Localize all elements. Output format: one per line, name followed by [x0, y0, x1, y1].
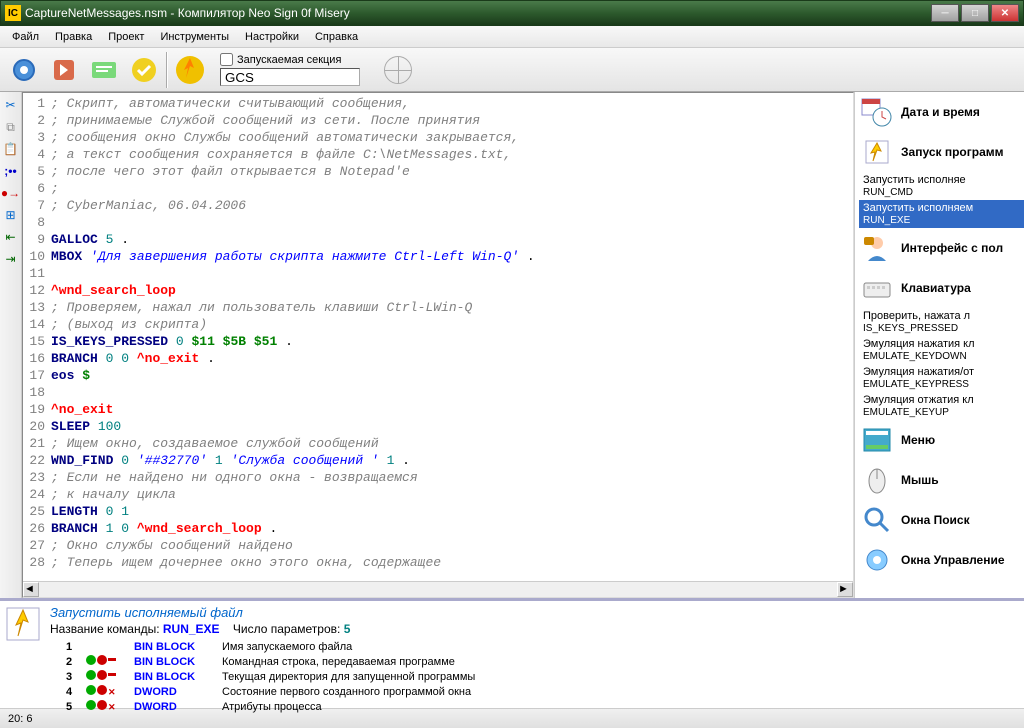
maximize-button[interactable]: □ [961, 4, 989, 22]
code-line[interactable]: 15IS_KEYS_PRESSED 0 $11 $5B $51 . [23, 333, 853, 350]
section-menu[interactable]: Меню [855, 420, 1024, 460]
section-datetime[interactable]: Дата и время [855, 92, 1024, 132]
titlebar: IC CaptureNetMessages.nsm - Компилятор N… [0, 0, 1024, 26]
cursor-position: 20: 6 [8, 713, 32, 725]
code-line[interactable]: 5; после чего этот файл открывается в No… [23, 163, 853, 180]
param-row: 2BIN BLOCKКомандная строка, передаваемая… [66, 655, 1020, 670]
code-line[interactable]: 24; к началу цикла [23, 486, 853, 503]
section-windows-manage[interactable]: Окна Управление [855, 540, 1024, 580]
code-line[interactable]: 9GALLOC 5 . [23, 231, 853, 248]
help-panel: Запустить исполняемый файл Название кома… [0, 598, 1024, 708]
menubar: Файл Правка Проект Инструменты Настройки… [0, 26, 1024, 48]
app-icon: IC [5, 5, 21, 21]
section-interface[interactable]: Интерфейс с пол [855, 228, 1024, 268]
tool-compile-icon[interactable] [46, 52, 82, 88]
code-line[interactable]: 4; а текст сообщения сохраняется в файле… [23, 146, 853, 163]
code-line[interactable]: 26BRANCH 1 0 ^wnd_search_loop . [23, 520, 853, 537]
palette-item[interactable]: Проверить, нажата лIS_KEYS_PRESSED [859, 308, 1024, 336]
palette-item[interactable]: Запустить исполняеRUN_CMD [859, 172, 1024, 200]
code-line[interactable]: 6; [23, 180, 853, 197]
launch-section-label: Запускаемая секция [237, 54, 341, 66]
left-toolbar: ✂ ⧉ 📋 ;•• ●→ ⊞ ⇤ ⇥ [0, 92, 22, 598]
code-line[interactable]: 21; Ищем окно, создаваемое службой сообщ… [23, 435, 853, 452]
code-line[interactable]: 17eos $ [23, 367, 853, 384]
code-line[interactable]: 28; Теперь ищем дочернее окно этого окна… [23, 554, 853, 571]
code-line[interactable]: 1; Скрипт, автоматически считывающий соо… [23, 95, 853, 112]
code-line[interactable]: 19^no_exit [23, 401, 853, 418]
param-row: 1BIN BLOCKИмя запускаемого файла [66, 640, 1020, 655]
code-line[interactable]: 20SLEEP 100 [23, 418, 853, 435]
magnifier-icon [859, 504, 895, 536]
code-line[interactable]: 11 [23, 265, 853, 282]
breakpoint-icon[interactable]: ●→ [2, 184, 20, 202]
window-title: CaptureNetMessages.nsm - Компилятор Neo … [25, 6, 931, 20]
help-title: Запустить исполняемый файл [50, 605, 1020, 620]
section-mouse[interactable]: Мышь [855, 460, 1024, 500]
help-cmd: RUN_EXE [163, 622, 220, 636]
help-cmd-label: Название команды: [50, 622, 160, 636]
code-line[interactable]: 13; Проверяем, нажал ли пользователь кла… [23, 299, 853, 316]
close-button[interactable]: ✕ [991, 4, 1019, 22]
gear-icon [859, 544, 895, 576]
code-line[interactable]: 25LENGTH 0 1 [23, 503, 853, 520]
code-line[interactable]: 12^wnd_search_loop [23, 282, 853, 299]
launch-section-input[interactable] [220, 68, 360, 86]
help-lightning-icon [4, 605, 42, 643]
code-line[interactable]: 10MBOX 'Для завершения работы скрипта на… [23, 248, 853, 265]
palette-item[interactable]: Запустить исполняемRUN_EXE [859, 200, 1024, 228]
structure-icon[interactable]: ⊞ [2, 206, 20, 224]
section-keyboard[interactable]: Клавиатура [855, 268, 1024, 308]
section-windows-search[interactable]: Окна Поиск [855, 500, 1024, 540]
code-line[interactable]: 14; (выход из скрипта) [23, 316, 853, 333]
section-launch[interactable]: Запуск программ [855, 132, 1024, 172]
horizontal-scrollbar[interactable]: ◄► [23, 581, 853, 597]
mouse-icon [859, 464, 895, 496]
outdent-icon[interactable]: ⇤ [2, 228, 20, 246]
menu-edit[interactable]: Правка [47, 28, 100, 46]
paste-icon[interactable]: 📋 [2, 140, 20, 158]
palette-item[interactable]: Эмуляция нажатия/отEMULATE_KEYPRESS [859, 364, 1024, 392]
tool-build-icon[interactable] [86, 52, 122, 88]
launch-checkbox[interactable] [220, 53, 233, 66]
user-icon [859, 232, 895, 264]
menu-settings[interactable]: Настройки [237, 28, 307, 46]
tool-check-icon[interactable] [126, 52, 162, 88]
param-row: 3BIN BLOCKТекущая директория для запущен… [66, 670, 1020, 685]
code-line[interactable]: 16BRANCH 0 0 ^no_exit . [23, 350, 853, 367]
code-line[interactable]: 27; Окно службы сообщений найдено [23, 537, 853, 554]
target-icon[interactable] [384, 56, 412, 84]
code-line[interactable]: 22WND_FIND 0 '##32770' 1 'Служба сообщен… [23, 452, 853, 469]
code-line[interactable]: 23; Если не найдено ни одного окна - воз… [23, 469, 853, 486]
toolbar: Запускаемая секция [0, 48, 1024, 92]
command-palette[interactable]: Дата и время Запуск программ Запустить и… [854, 92, 1024, 598]
code-line[interactable]: 2; принимаемые Службой сообщений из сети… [23, 112, 853, 129]
lightning-icon [859, 136, 895, 168]
indent-icon[interactable]: ⇥ [2, 250, 20, 268]
semicolon-icon[interactable]: ;•• [2, 162, 20, 180]
palette-item[interactable]: Эмуляция нажатия клEMULATE_KEYDOWN [859, 336, 1024, 364]
code-line[interactable]: 3; сообщения окно Службы сообщений автом… [23, 129, 853, 146]
menu-help[interactable]: Справка [307, 28, 366, 46]
menu-project[interactable]: Проект [100, 28, 152, 46]
code-line[interactable]: 18 [23, 384, 853, 401]
code-line[interactable]: 7; CyberManiac, 06.04.2006 [23, 197, 853, 214]
launch-section-checkbox[interactable]: Запускаемая секция [220, 53, 360, 66]
code-line[interactable]: 8 [23, 214, 853, 231]
palette-item[interactable]: Эмуляция отжатия клEMULATE_KEYUP [859, 392, 1024, 420]
menu-tools[interactable]: Инструменты [152, 28, 237, 46]
tool-run-icon[interactable] [172, 52, 208, 88]
clock-icon [859, 96, 895, 128]
keyboard-icon [859, 272, 895, 304]
toolbar-separator [166, 52, 168, 88]
help-param-label: Число параметров: [233, 622, 340, 636]
param-row: 4✕DWORDСостояние первого созданного прог… [66, 685, 1020, 700]
menu-icon [859, 424, 895, 456]
code-editor[interactable]: 1; Скрипт, автоматически считывающий соо… [22, 92, 854, 598]
menu-file[interactable]: Файл [4, 28, 47, 46]
cut-icon[interactable]: ✂ [2, 96, 20, 114]
copy-icon[interactable]: ⧉ [2, 118, 20, 136]
tool-gear-icon[interactable] [6, 52, 42, 88]
help-param-count: 5 [344, 622, 351, 636]
minimize-button[interactable]: ─ [931, 4, 959, 22]
